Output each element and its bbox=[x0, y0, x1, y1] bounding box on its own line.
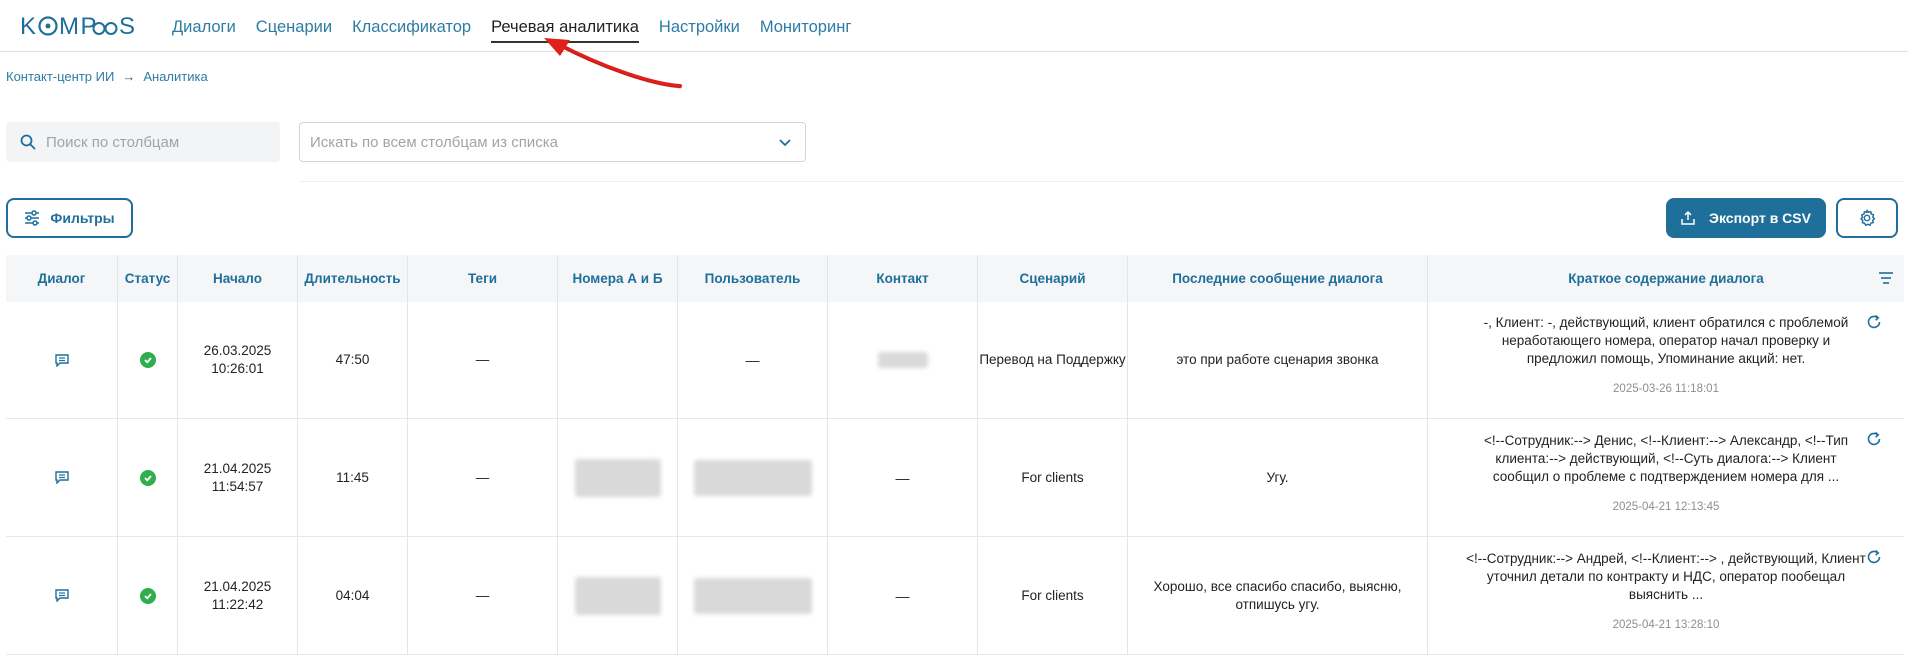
chat-icon[interactable] bbox=[54, 353, 69, 367]
logo-mark: K MP S bbox=[20, 13, 137, 40]
col-scenario[interactable]: Сценарий bbox=[978, 255, 1128, 302]
summary-timestamp: 2025-04-21 12:13:45 bbox=[1612, 500, 1720, 513]
contact: — bbox=[828, 537, 978, 654]
svg-text:K: K bbox=[20, 13, 38, 40]
duration: 11:45 bbox=[298, 419, 408, 536]
tags: — bbox=[408, 419, 558, 536]
chevron-down-icon bbox=[779, 139, 791, 147]
table-row[interactable]: 21.04.2025 11:54:57 11:45 — — For client… bbox=[6, 419, 1904, 537]
filters-button[interactable]: Фильтры bbox=[6, 198, 133, 238]
numbers-redacted bbox=[574, 458, 661, 497]
summary-timestamp: 2025-04-21 13:28:10 bbox=[1612, 618, 1720, 631]
start-time: 11:54:57 bbox=[211, 478, 264, 494]
contact: — bbox=[828, 419, 978, 536]
numbers bbox=[558, 302, 678, 418]
col-contact[interactable]: Контакт bbox=[828, 255, 978, 302]
analytics-table: Диалог Статус Начало Длительность Теги Н… bbox=[6, 255, 1904, 655]
check-circle-icon bbox=[139, 352, 156, 368]
main-nav: Диалоги Сценарии Классификатор Речевая а… bbox=[172, 18, 871, 43]
check-circle-icon bbox=[139, 469, 156, 486]
nav-item-classifier[interactable]: Классификатор bbox=[352, 18, 471, 43]
summary-text: <!--Сотрудник:--> Андрей, <!--Клиент:-->… bbox=[1466, 550, 1866, 602]
summary-timestamp: 2025-03-26 11:18:01 bbox=[1613, 383, 1719, 395]
search-input[interactable] bbox=[46, 133, 266, 151]
divider bbox=[299, 181, 1903, 182]
start-date: 21.04.2025 bbox=[203, 460, 272, 476]
col-start[interactable]: Начало bbox=[178, 255, 298, 302]
scenario: Перевод на Поддержку bbox=[978, 302, 1128, 418]
search-icon bbox=[20, 134, 36, 150]
nav-item-dialogs[interactable]: Диалоги bbox=[172, 18, 236, 43]
chat-icon[interactable] bbox=[54, 589, 69, 602]
start-time: 11:22:42 bbox=[211, 596, 264, 612]
menu-lines-icon[interactable] bbox=[1878, 271, 1894, 285]
refresh-icon[interactable] bbox=[1866, 314, 1882, 330]
col-dialog[interactable]: Диалог bbox=[6, 255, 118, 302]
table-header: Диалог Статус Начало Длительность Теги Н… bbox=[6, 255, 1904, 302]
sliders-icon bbox=[25, 210, 40, 226]
column-select[interactable]: Искать по всем столбцам из списка bbox=[299, 122, 806, 162]
user-redacted bbox=[693, 577, 812, 614]
refresh-icon[interactable] bbox=[1866, 431, 1882, 447]
annotation-arrow bbox=[544, 38, 682, 89]
breadcrumb-root[interactable]: Контакт-центр ИИ bbox=[6, 69, 114, 84]
col-numbers[interactable]: Номера А и Б bbox=[558, 255, 678, 302]
last-message: Угу. bbox=[1128, 419, 1428, 536]
svg-text:MP: MP bbox=[59, 13, 98, 40]
filters-label: Фильтры bbox=[50, 210, 115, 226]
scenario: For clients bbox=[978, 419, 1128, 536]
contact-redacted bbox=[877, 352, 928, 368]
tags: — bbox=[408, 537, 558, 654]
col-summary[interactable]: Краткое содержание диалога bbox=[1428, 255, 1904, 302]
app-logo[interactable]: K MP S bbox=[20, 12, 148, 47]
chat-icon[interactable] bbox=[54, 471, 69, 484]
numbers-redacted bbox=[574, 576, 661, 615]
summary-text: <!--Сотрудник:--> Денис, <!--Клиент:--> … bbox=[1483, 432, 1849, 484]
duration: 04:04 bbox=[298, 537, 408, 654]
table-settings-button[interactable] bbox=[1836, 198, 1898, 238]
start-date: 26.03.2025 bbox=[203, 343, 272, 358]
table-row[interactable]: 26.03.2025 10:26:01 47:50 — — Перевод на… bbox=[6, 302, 1904, 419]
summary-text: -, Клиент: -, действующий, клиент обрати… bbox=[1483, 315, 1849, 366]
col-user[interactable]: Пользователь bbox=[678, 255, 828, 302]
nav-item-monitoring[interactable]: Мониторинг bbox=[760, 18, 852, 43]
top-navigation: K MP S Диалоги Сценарии Классификатор Ре… bbox=[0, 0, 1908, 52]
gear-icon bbox=[1860, 209, 1876, 227]
start-time: 10:26:01 bbox=[211, 361, 264, 376]
col-duration[interactable]: Длительность bbox=[298, 255, 408, 302]
arrow-right-icon: → bbox=[122, 69, 136, 84]
svg-text:S: S bbox=[119, 13, 137, 40]
start-date: 21.04.2025 bbox=[203, 578, 272, 594]
refresh-icon[interactable] bbox=[1866, 549, 1882, 565]
col-status[interactable]: Статус bbox=[118, 255, 178, 302]
nav-item-scenarios[interactable]: Сценарии bbox=[256, 18, 332, 43]
upload-icon bbox=[1681, 211, 1695, 225]
col-summary-label: Краткое содержание диалога bbox=[1568, 271, 1764, 286]
breadcrumb: Контакт-центр ИИ → Аналитика bbox=[6, 69, 208, 84]
export-csv-button[interactable]: Экспорт в CSV bbox=[1666, 198, 1826, 238]
col-tags[interactable]: Теги bbox=[408, 255, 558, 302]
user: — bbox=[678, 302, 828, 418]
search-field[interactable] bbox=[6, 122, 280, 162]
last-message: это при работе сценария звонка bbox=[1128, 302, 1428, 418]
tags: — bbox=[408, 302, 558, 418]
scenario: For clients bbox=[978, 537, 1128, 654]
column-select-placeholder: Искать по всем столбцам из списка bbox=[310, 133, 558, 151]
table-row[interactable]: 21.04.2025 11:22:42 04:04 — — For client… bbox=[6, 537, 1904, 655]
breadcrumb-current[interactable]: Аналитика bbox=[143, 69, 207, 84]
export-label: Экспорт в CSV bbox=[1709, 210, 1811, 226]
check-circle-icon bbox=[139, 587, 156, 604]
last-message: Хорошо, все спасибо спасибо, выясню, отп… bbox=[1153, 578, 1402, 612]
user-redacted bbox=[693, 459, 812, 496]
col-last-message[interactable]: Последние сообщение диалога bbox=[1128, 255, 1428, 302]
duration: 47:50 bbox=[298, 302, 408, 418]
